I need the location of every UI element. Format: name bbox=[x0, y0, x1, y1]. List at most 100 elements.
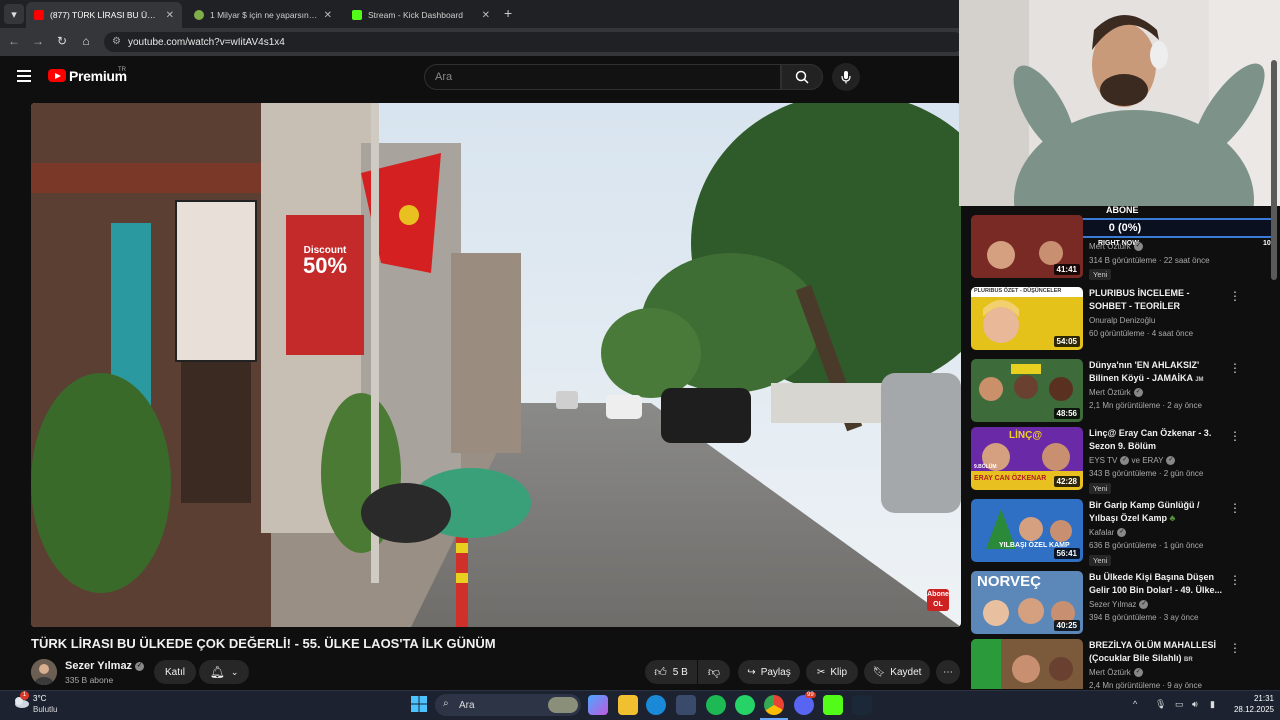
display-icon[interactable]: ▭ bbox=[1175, 699, 1184, 710]
file-explorer-icon[interactable] bbox=[618, 695, 638, 715]
store-icon[interactable] bbox=[676, 695, 696, 715]
tab-search-button[interactable]: ▾ bbox=[4, 4, 24, 24]
video-thumbnail[interactable]: 41:41 bbox=[971, 215, 1083, 278]
chrome-icon[interactable] bbox=[764, 695, 784, 715]
start-button[interactable] bbox=[411, 696, 427, 712]
clock-time[interactable]: 21:31 bbox=[1234, 694, 1274, 703]
more-vertical-icon[interactable]: ⋮ bbox=[1229, 573, 1241, 587]
channel-name[interactable]: Sezer Yılmaz bbox=[65, 660, 132, 672]
channel-row[interactable]: Kafalar ✓ bbox=[1089, 528, 1127, 538]
video-thumbnail[interactable]: 48:56 bbox=[971, 359, 1083, 422]
like-button[interactable]: 👍︎ 5 B bbox=[645, 660, 697, 684]
reload-icon[interactable]: ↻ bbox=[54, 34, 70, 48]
search-input[interactable]: Ara bbox=[424, 64, 781, 90]
taskbar-search[interactable]: ⌕ Ara bbox=[435, 694, 581, 716]
recommendation-item[interactable]: 48:56 Dünya'nın 'EN AHLAKSIZ' Bilinen Kö… bbox=[971, 359, 1271, 425]
url-field[interactable]: ⚙ youtube.com/watch?v=wIitAV4s1x4 bbox=[104, 32, 964, 52]
browser-tab-kick[interactable]: Stream - Kick Dashboard ✕ bbox=[344, 2, 498, 28]
menu-icon[interactable] bbox=[17, 70, 31, 82]
video-thumbnail[interactable]: YILBAŞI ÖZEL KAMP 56:41 bbox=[971, 499, 1083, 562]
browser-tab-youtube[interactable]: (877) TÜRK LİRASI BU ÜLKEDE ÇOK DEĞERLİ!… bbox=[26, 2, 182, 28]
search-button[interactable] bbox=[781, 64, 823, 90]
channel-row[interactable]: Mert Öztürk ✓ bbox=[1089, 242, 1143, 252]
recommendation-item[interactable]: YILBAŞI ÖZEL KAMP 56:41 Bir Garip Kamp G… bbox=[971, 499, 1271, 566]
channel-name-2[interactable]: ve ERAY bbox=[1132, 456, 1164, 465]
search-placeholder: Ara bbox=[435, 71, 453, 83]
close-tab-icon[interactable]: ✕ bbox=[166, 10, 174, 21]
video-thumbnail[interactable]: LİNÇ@ 9.BÖLÜM ERAY CAN ÖZKENAR 42:28 bbox=[971, 427, 1083, 490]
video-title[interactable]: Bir Garip Kamp Günlüğü / Yılbaşı Özel Ka… bbox=[1089, 500, 1200, 523]
browser-tab-twitch[interactable]: 1 Milyar $ için ne yaparsın? - Twitch ✕ bbox=[186, 2, 340, 28]
more-actions-button[interactable]: ⋯ bbox=[936, 660, 960, 684]
notifications-button[interactable]: 🔔︎ ⌄ bbox=[199, 660, 249, 684]
subscribe-watermark[interactable]: Abone OL bbox=[927, 589, 949, 611]
channel-row[interactable]: Mert Öztürk ✓ bbox=[1089, 668, 1143, 678]
video-title[interactable]: Bu Ülkede Kişi Başına Düşen Gelir 100 Bi… bbox=[1089, 571, 1229, 597]
clock-date[interactable]: 28.12.2025 bbox=[1226, 705, 1274, 714]
join-label: Katıl bbox=[164, 666, 185, 678]
video-thumbnail[interactable]: NORVEÇ 40:25 bbox=[971, 571, 1083, 634]
battery-icon[interactable]: ▮ bbox=[1210, 699, 1215, 710]
recommendation-item[interactable]: 41:41 Mert Öztürk ✓ 314 B görüntüleme · 2… bbox=[971, 215, 1271, 281]
more-vertical-icon[interactable]: ⋮ bbox=[1229, 289, 1241, 303]
video-thumbnail[interactable]: PLURIBUS ÖZET - DÜŞÜNCELER 54:05 bbox=[971, 287, 1083, 350]
more-vertical-icon[interactable]: ⋮ bbox=[1229, 641, 1241, 655]
channel-name[interactable]: Mert Öztürk bbox=[1089, 242, 1131, 251]
channel-name[interactable]: EYS TV bbox=[1089, 456, 1117, 465]
home-icon[interactable]: ⌂ bbox=[78, 34, 94, 48]
microphone-icon bbox=[841, 71, 851, 84]
steam-icon[interactable] bbox=[852, 695, 872, 715]
whatsapp-icon[interactable] bbox=[735, 695, 755, 715]
dislike-button[interactable]: 👎︎ bbox=[698, 660, 730, 684]
copilot-icon[interactable] bbox=[588, 695, 608, 715]
sidebar-scrollbar[interactable] bbox=[1271, 60, 1277, 280]
spotify-icon[interactable] bbox=[706, 695, 726, 715]
forward-icon[interactable]: → bbox=[30, 34, 46, 48]
channel-avatar[interactable] bbox=[31, 659, 57, 685]
discord-icon[interactable]: 99 bbox=[794, 692, 816, 715]
video-player[interactable]: 50% Discount Abone OL bbox=[31, 103, 961, 627]
new-tab-button[interactable]: + bbox=[504, 5, 512, 21]
verified-icon: ✓ bbox=[1117, 528, 1127, 538]
chevron-up-icon[interactable]: ^ bbox=[1133, 699, 1137, 709]
channel-name[interactable]: Mert Öztürk bbox=[1089, 388, 1131, 397]
channel-name[interactable]: Mert Öztürk bbox=[1089, 668, 1131, 677]
recommendation-item[interactable]: PLURIBUS ÖZET - DÜŞÜNCELER 54:05 PLURIBU… bbox=[971, 287, 1271, 353]
channel-row[interactable]: Sezer Yılmaz ✓ bbox=[1089, 600, 1149, 610]
channel-name[interactable]: Kafalar bbox=[1089, 528, 1114, 537]
video-title[interactable]: BREZİLYA ÖLÜM MAHALLESİ (Çocuklar Bile S… bbox=[1089, 640, 1216, 663]
back-icon[interactable]: ← bbox=[6, 34, 22, 48]
join-button[interactable]: Katıl bbox=[154, 660, 196, 684]
recommendation-item[interactable]: NORVEÇ 40:25 Bu Ülkede Kişi Başına Düşen… bbox=[971, 571, 1271, 637]
close-tab-icon[interactable]: ✕ bbox=[324, 10, 332, 21]
flag-code: JM bbox=[1195, 377, 1204, 383]
volume-icon[interactable]: 🔊︎ bbox=[1192, 699, 1198, 710]
video-title[interactable]: Dünya'nın 'EN AHLAKSIZ' Bilinen Köyü - J… bbox=[1089, 360, 1199, 383]
channel-row[interactable]: EYS TV ✓ ve ERAY ✓ bbox=[1089, 456, 1176, 466]
more-vertical-icon[interactable]: ⋮ bbox=[1229, 429, 1241, 443]
close-tab-icon[interactable]: ✕ bbox=[482, 10, 490, 21]
voice-search-button[interactable] bbox=[832, 63, 860, 91]
recommendation-item[interactable]: BREZİLYA ÖLÜM MAHALLESİ (Çocuklar Bile S… bbox=[971, 639, 1271, 689]
channel-name[interactable]: Sezer Yılmaz bbox=[1089, 600, 1136, 609]
channel-name[interactable]: Onuralp Denizoğlu bbox=[1089, 316, 1155, 325]
microphone-icon[interactable]: 🎙︎ bbox=[1155, 699, 1166, 710]
more-vertical-icon[interactable]: ⋮ bbox=[1229, 501, 1241, 515]
clip-button[interactable]: ✂ Klip bbox=[806, 660, 858, 684]
streamer-webcam bbox=[959, 0, 1280, 206]
save-button[interactable]: 🔖︎ Kaydet bbox=[864, 660, 930, 684]
youtube-logo-icon[interactable] bbox=[48, 69, 66, 82]
more-vertical-icon[interactable]: ⋮ bbox=[1229, 361, 1241, 375]
site-info-icon[interactable]: ⚙ bbox=[112, 36, 121, 47]
channel-name-row[interactable]: Sezer Yılmaz ✓ bbox=[65, 660, 145, 672]
channel-row[interactable]: Mert Öztürk ✓ bbox=[1089, 388, 1143, 398]
video-thumbnail[interactable] bbox=[971, 639, 1083, 689]
thumbnail-text: 9.BÖLÜM bbox=[974, 464, 997, 470]
weather-widget[interactable]: 1 bbox=[12, 691, 30, 709]
recommendation-item[interactable]: LİNÇ@ 9.BÖLÜM ERAY CAN ÖZKENAR 42:28 Lin… bbox=[971, 427, 1271, 494]
kick-studio-icon[interactable] bbox=[823, 695, 843, 715]
share-button[interactable]: ↪ Paylaş bbox=[738, 660, 800, 684]
video-title[interactable]: Linç@ Eray Can Özkenar - 3. Sezon 9. Böl… bbox=[1089, 427, 1229, 453]
video-title[interactable]: PLURIBUS İNCELEME - SOHBET - TEORİLER bbox=[1089, 287, 1229, 313]
edge-icon[interactable] bbox=[646, 695, 666, 715]
